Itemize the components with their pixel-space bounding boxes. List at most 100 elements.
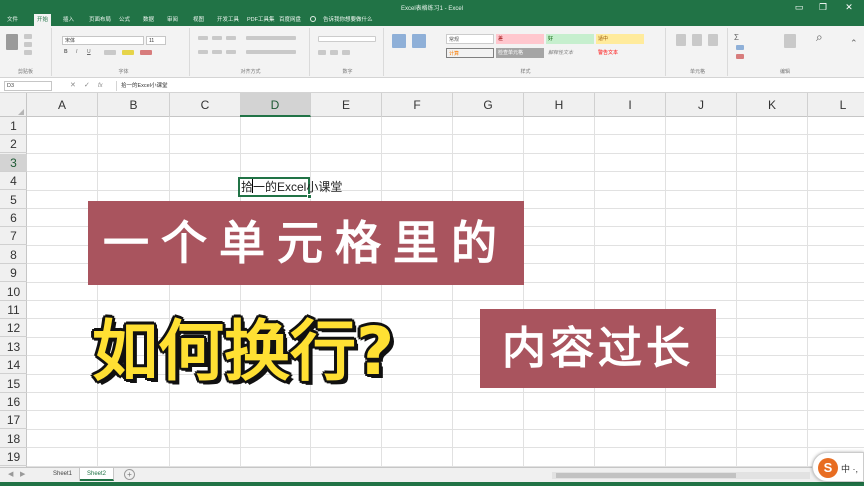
- row-header-9[interactable]: 9: [0, 264, 27, 283]
- fill-icon[interactable]: [736, 45, 744, 50]
- border-icon[interactable]: [104, 50, 116, 55]
- column-header-f[interactable]: F: [382, 93, 453, 117]
- font-name-select[interactable]: 宋体: [62, 36, 144, 45]
- column-header-a[interactable]: A: [27, 93, 98, 117]
- tab-9[interactable]: PDF工具集: [244, 14, 278, 26]
- sort-filter-icon[interactable]: [784, 34, 796, 48]
- sheet-tab-sheet1[interactable]: Sheet1: [46, 468, 80, 481]
- delete-cells-icon[interactable]: [692, 34, 702, 46]
- row-header-12[interactable]: 12: [0, 319, 27, 338]
- tab-11[interactable]: 告诉我你想要做什么: [320, 14, 376, 26]
- column-header-c[interactable]: C: [170, 93, 241, 117]
- row-header-7[interactable]: 7: [0, 227, 27, 246]
- sheet-tab-sheet2[interactable]: Sheet2: [80, 468, 114, 481]
- row-header-1[interactable]: 1: [0, 117, 27, 135]
- tab-0[interactable]: 文件: [4, 14, 21, 26]
- merge-center-button[interactable]: [246, 50, 296, 54]
- column-header-h[interactable]: H: [524, 93, 595, 117]
- row-header-19[interactable]: 19: [0, 448, 27, 467]
- style-warning[interactable]: 警告文本: [596, 48, 644, 58]
- copy-icon[interactable]: [24, 42, 32, 47]
- column-header-e[interactable]: E: [311, 93, 382, 117]
- column-header-g[interactable]: G: [453, 93, 524, 117]
- row-header-11[interactable]: 11: [0, 301, 27, 319]
- tab-4[interactable]: 公式: [116, 14, 133, 26]
- close-icon[interactable]: ✕: [836, 0, 862, 14]
- column-header-k[interactable]: K: [737, 93, 808, 117]
- comma-icon[interactable]: [342, 50, 350, 55]
- column-header-i[interactable]: I: [595, 93, 666, 117]
- row-header-16[interactable]: 16: [0, 393, 27, 411]
- cut-icon[interactable]: [24, 34, 32, 39]
- row-header-10[interactable]: 10: [0, 283, 27, 301]
- clear-icon[interactable]: [736, 54, 744, 59]
- column-header-b[interactable]: B: [98, 93, 170, 117]
- row-header-2[interactable]: 2: [0, 135, 27, 154]
- next-sheet-icon[interactable]: ▶: [20, 470, 25, 478]
- select-all-button[interactable]: [0, 93, 27, 117]
- tab-6[interactable]: 审阅: [164, 14, 181, 26]
- tab-1[interactable]: 开始: [34, 14, 52, 26]
- scroll-thumb[interactable]: [556, 473, 736, 478]
- ribbon-display-icon[interactable]: ▭: [786, 0, 812, 14]
- number-format-select[interactable]: [318, 36, 376, 42]
- insert-function-icon[interactable]: fx: [98, 81, 103, 91]
- row-header-5[interactable]: 5: [0, 191, 27, 209]
- format-as-table-icon[interactable]: [412, 34, 426, 48]
- row-header-14[interactable]: 14: [0, 356, 27, 375]
- restore-icon[interactable]: ❐: [810, 0, 836, 14]
- row-header-17[interactable]: 17: [0, 411, 27, 430]
- style-neutral[interactable]: 适中: [596, 34, 644, 44]
- row-header-18[interactable]: 18: [0, 430, 27, 448]
- style-normal[interactable]: 常规: [446, 34, 494, 44]
- cell-area[interactable]: 拾一的Excel小课堂: [27, 117, 864, 467]
- tab-3[interactable]: 页面布局: [86, 14, 114, 26]
- align-middle-icon[interactable]: [212, 36, 222, 40]
- cancel-icon[interactable]: ✕: [70, 81, 76, 91]
- add-sheet-button[interactable]: +: [124, 469, 135, 480]
- ime-mode-label[interactable]: 中 ·,: [841, 462, 858, 475]
- row-header-8[interactable]: 8: [0, 246, 27, 264]
- style-check-cell[interactable]: 检查单元格: [496, 48, 544, 58]
- find-select-icon[interactable]: ⌕: [816, 30, 823, 45]
- column-header-j[interactable]: J: [666, 93, 737, 117]
- formula-input[interactable]: 拾一的Excel小课堂: [116, 81, 856, 91]
- wrap-text-button[interactable]: [246, 36, 296, 40]
- italic-button[interactable]: I: [76, 49, 77, 55]
- align-center-icon[interactable]: [212, 50, 222, 54]
- style-good[interactable]: 好: [546, 34, 594, 44]
- tab-2[interactable]: 插入: [60, 14, 77, 26]
- autosum-icon[interactable]: Σ: [734, 33, 739, 42]
- name-box[interactable]: D3: [4, 81, 52, 91]
- row-header-6[interactable]: 6: [0, 209, 27, 227]
- align-bottom-icon[interactable]: [226, 36, 236, 40]
- insert-cells-icon[interactable]: [676, 34, 686, 46]
- fill-color-icon[interactable]: [122, 50, 134, 55]
- tab-5[interactable]: 数据: [140, 14, 157, 26]
- row-header-4[interactable]: 4: [0, 172, 27, 191]
- row-header-3[interactable]: 3: [0, 153, 27, 172]
- bold-button[interactable]: B: [64, 49, 68, 55]
- style-explanatory[interactable]: 解释性文本: [546, 48, 594, 58]
- style-calculation[interactable]: 计算: [446, 48, 494, 58]
- column-header-l[interactable]: L: [808, 93, 864, 117]
- currency-icon[interactable]: [318, 50, 326, 55]
- tab-7[interactable]: 视图: [190, 14, 207, 26]
- conditional-format-icon[interactable]: [392, 34, 406, 48]
- column-header-d[interactable]: D: [240, 93, 311, 117]
- tab-8[interactable]: 开发工具: [214, 14, 242, 26]
- style-bad[interactable]: 差: [496, 34, 544, 44]
- prev-sheet-icon[interactable]: ◀: [8, 470, 13, 478]
- row-header-15[interactable]: 15: [0, 375, 27, 393]
- ime-toolbar[interactable]: S 中 ·,: [812, 452, 864, 482]
- collapse-ribbon-icon[interactable]: ⌃: [850, 38, 858, 49]
- tab-10[interactable]: 百度网盘: [276, 14, 304, 26]
- paste-icon[interactable]: [6, 34, 18, 50]
- font-size-select[interactable]: 11: [146, 36, 166, 45]
- align-left-icon[interactable]: [198, 50, 208, 54]
- align-right-icon[interactable]: [226, 50, 236, 54]
- enter-icon[interactable]: ✓: [84, 81, 90, 91]
- horizontal-scrollbar[interactable]: [552, 472, 810, 479]
- format-cells-icon[interactable]: [708, 34, 718, 46]
- font-color-icon[interactable]: [140, 50, 152, 55]
